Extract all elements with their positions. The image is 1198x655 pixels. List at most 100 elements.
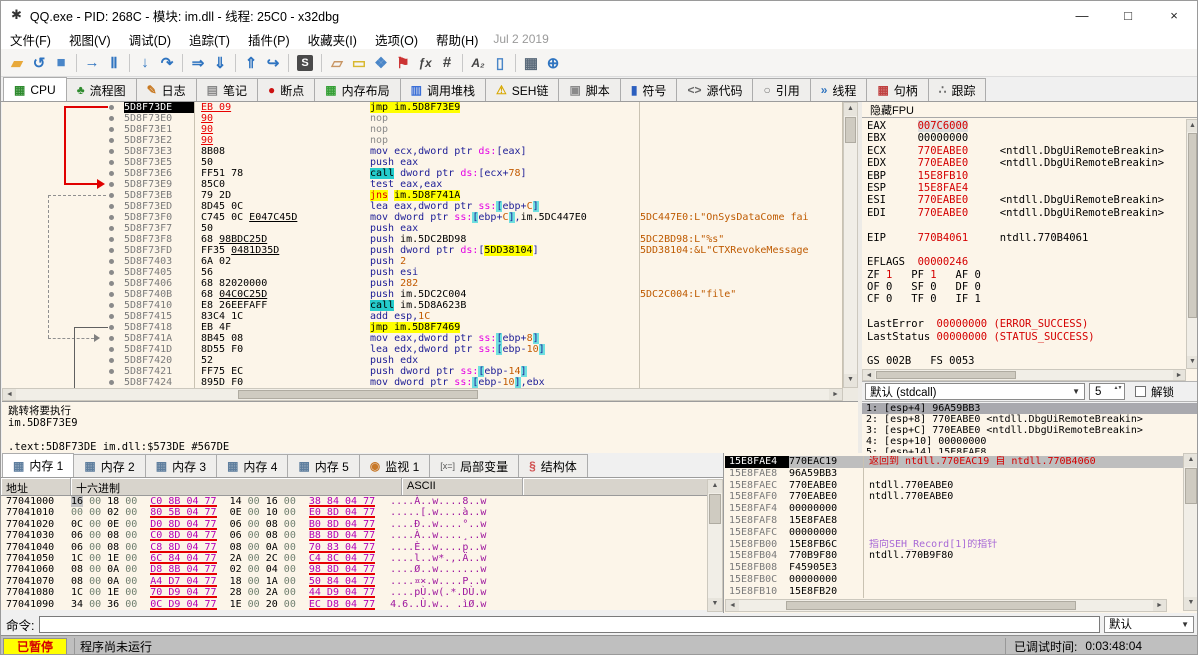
unlock-checkbox[interactable] [1135, 386, 1146, 397]
stack-row[interactable]: 15E8FAF815E8FAE8 [725, 515, 1183, 527]
breakpoint-dot[interactable] [109, 215, 114, 220]
stack-row[interactable]: 15E8FB0C00000000 [725, 574, 1183, 586]
menu-item-favourites[interactable]: 收藏夹(I) [299, 30, 366, 49]
run-to-cursor-icon[interactable]: ⇒ [187, 52, 209, 74]
register-line[interactable] [867, 306, 1184, 318]
scroll-down-arrow[interactable] [844, 374, 857, 387]
stack-row[interactable]: 15E8FAEC770EABE0ntdll.770EABE0 [725, 480, 1183, 492]
breakpoint-dot[interactable] [109, 281, 114, 286]
tab-symbols[interactable]: ▮符号 [620, 78, 678, 101]
breakpoint-dot[interactable] [109, 259, 114, 264]
disasm-horizontal-scrollbar[interactable] [2, 388, 843, 401]
step-out-icon[interactable]: ⇑ [240, 52, 262, 74]
dump-row[interactable]: 7704100016 00 18 00C0 8B 04 7714 00 16 0… [1, 496, 707, 507]
menu-item-options[interactable]: 选项(O) [366, 30, 427, 49]
register-line[interactable]: LastStatus 00000000 (STATUS_SUCCESS) [867, 331, 1184, 343]
disasm-row[interactable]: 5D8F73F750push eax [124, 223, 843, 234]
disasm-vertical-scrollbar[interactable] [843, 102, 858, 388]
hide-fpu-button[interactable]: 隐藏FPU [862, 102, 1198, 118]
dump-row[interactable]: 7704107008 00 0A 00A4 D7 04 7718 00 1A 0… [1, 576, 707, 587]
label-icon[interactable]: ❖ [370, 52, 392, 74]
register-line[interactable]: ZF 1 PF 1 AF 0 [867, 269, 1184, 281]
registers-vertical-scrollbar[interactable] [1186, 119, 1198, 369]
disasm-row[interactable]: 5D8F73E38B08mov ecx,dword ptr ds:[eax] [124, 146, 843, 157]
dump-tab-mem4[interactable]: ▦内存 4 [216, 454, 288, 477]
disasm-row[interactable]: 5D8F741D8D55 F0lea edx,dword ptr ss:[ebp… [124, 344, 843, 355]
breakpoint-dot[interactable] [109, 127, 114, 132]
scroll-up-arrow[interactable] [1184, 454, 1198, 467]
tab-references[interactable]: ○引用 [752, 78, 810, 101]
disasm-row[interactable]: 5D8F73E550push eax [124, 157, 843, 168]
register-line[interactable]: EDX 770EABE0 <ntdll.DbgUiRemoteBreakin> [867, 157, 1184, 169]
disasm-row[interactable]: 5D8F740556push esi [124, 267, 843, 278]
disasm-row[interactable]: 5D8F7418EB 4Fjmp im.5D8F7469 [124, 322, 843, 333]
tab-source[interactable]: <>源代码 [676, 78, 753, 101]
disasm-row[interactable]: 5D8F741583C4 1Cadd esp,1C [124, 311, 843, 322]
breakpoint-dot[interactable] [109, 182, 114, 187]
register-line[interactable]: LastError 00000000 (ERROR_SUCCESS) [867, 318, 1184, 330]
tab-handles[interactable]: ▦句柄 [866, 78, 928, 101]
stack-row[interactable]: 15E8FAFC00000000 [725, 527, 1183, 539]
memory-dump-panel[interactable]: ▦内存 1▦内存 2▦内存 3▦内存 4▦内存 5◉监视 1[x=]局部变量§结… [1, 453, 723, 613]
dump-row[interactable]: 7704106008 00 0A 00D8 8B 04 7702 00 04 0… [1, 564, 707, 575]
restart-icon[interactable]: ↺ [28, 52, 50, 74]
disasm-row[interactable]: 5D8F742052push edx [124, 355, 843, 366]
menu-item-debug[interactable]: 调试(D) [120, 30, 180, 49]
globe-icon[interactable]: ⊕ [542, 52, 564, 74]
disasm-row[interactable]: 5D8F73E290nop [124, 135, 843, 146]
close-button[interactable]: × [1151, 1, 1197, 29]
disasm-row[interactable]: 5D8F7424895D F0mov dword ptr ss:[ebp-10]… [124, 377, 843, 388]
breakpoint-dot[interactable] [109, 193, 114, 198]
register-line[interactable]: GS 002B FS 0053 [867, 355, 1184, 367]
disasm-row[interactable]: 5D8F740B68 04C0C25Dpush im.5DC2C0045DC2C… [124, 289, 843, 300]
pause-icon[interactable]: Ⅱ [103, 52, 125, 74]
register-line[interactable]: EFLAGS 00000246 [867, 256, 1184, 268]
dump-tab-watch1[interactable]: ◉监视 1 [359, 454, 431, 477]
dump-tab-mem5[interactable]: ▦内存 5 [287, 454, 359, 477]
dump-row[interactable]: 770410200C 00 0E 00D0 8D 04 7706 00 08 0… [1, 519, 707, 530]
menu-item-file[interactable]: 文件(F) [1, 30, 60, 49]
disasm-row[interactable]: 5D8F7410E8 26EEFAFFcall im.5D8A623B [124, 300, 843, 311]
menu-item-trace[interactable]: 追踪(T) [180, 30, 239, 49]
stack-row[interactable]: 15E8FB08F45905E3 [725, 562, 1183, 574]
dump-tab-struct[interactable]: §结构体 [518, 454, 588, 477]
breakpoint-dot[interactable] [109, 226, 114, 231]
font-icon[interactable]: A₂ [467, 52, 489, 74]
tab-seh[interactable]: ⚠SEH链 [485, 78, 559, 101]
register-line[interactable]: EBX 00000000 [867, 132, 1184, 144]
tab-call-stack[interactable]: ▥调用堆栈 [400, 78, 486, 101]
stack-horizontal-scrollbar[interactable] [725, 599, 1167, 612]
scroll-down-arrow[interactable] [1184, 597, 1198, 610]
call-arg-row[interactable]: 2: [esp+8] 770EABE0 <ntdll.DbgUiRemoteBr… [862, 414, 1198, 425]
breakpoint-dot[interactable] [109, 160, 114, 165]
disasm-row[interactable]: 5D8F73E190nop [124, 124, 843, 135]
breakpoint-dot[interactable] [109, 314, 114, 319]
tab-script[interactable]: ▣脚本 [558, 78, 620, 101]
disasm-row[interactable]: 5D8F73EB79 2Djns im.5D8F741A [124, 190, 843, 201]
calling-convention-select[interactable]: 默认 (stdcall) ▼ [865, 383, 1085, 400]
breakpoint-dot[interactable] [109, 237, 114, 242]
scroll-down-arrow[interactable] [1187, 356, 1198, 368]
breakpoint-dot[interactable] [109, 325, 114, 330]
menu-item-view[interactable]: 视图(V) [60, 30, 120, 49]
scroll-up-arrow[interactable] [1187, 120, 1198, 132]
arg-count-stepper[interactable]: 5 [1089, 383, 1125, 400]
dump-tab-mem2[interactable]: ▦内存 2 [73, 454, 145, 477]
disasm-row[interactable]: 5D8F740668 82020000push 282 [124, 278, 843, 289]
step-over-icon[interactable]: ↷ [156, 52, 178, 74]
breakpoint-dot[interactable] [109, 347, 114, 352]
breakpoint-dot[interactable] [109, 292, 114, 297]
scroll-right-arrow[interactable] [829, 389, 842, 400]
tab-log[interactable]: ✎日志 [136, 78, 197, 101]
disasm-row[interactable]: 5D8F73E985C0test eax,eax [124, 179, 843, 190]
hash-icon[interactable]: # [436, 52, 458, 74]
bookmark-icon[interactable]: ⚑ [392, 52, 414, 74]
registers-panel[interactable]: 隐藏FPU EAX 007C6000EBX 00000000ECX 770EAB… [862, 102, 1198, 381]
scrollbar-thumb[interactable] [845, 117, 856, 143]
breakpoint-dot[interactable] [109, 138, 114, 143]
breakpoint-dot[interactable] [109, 358, 114, 363]
scroll-left-arrow[interactable] [3, 389, 16, 400]
tab-threads[interactable]: »线程 [810, 78, 868, 101]
dump-row[interactable]: 7704109034 00 36 000C D9 04 771E 00 20 0… [1, 599, 707, 610]
disasm-row[interactable]: 5D8F73FDFF35 0481D35Dpush dword ptr ds:[… [124, 245, 843, 256]
